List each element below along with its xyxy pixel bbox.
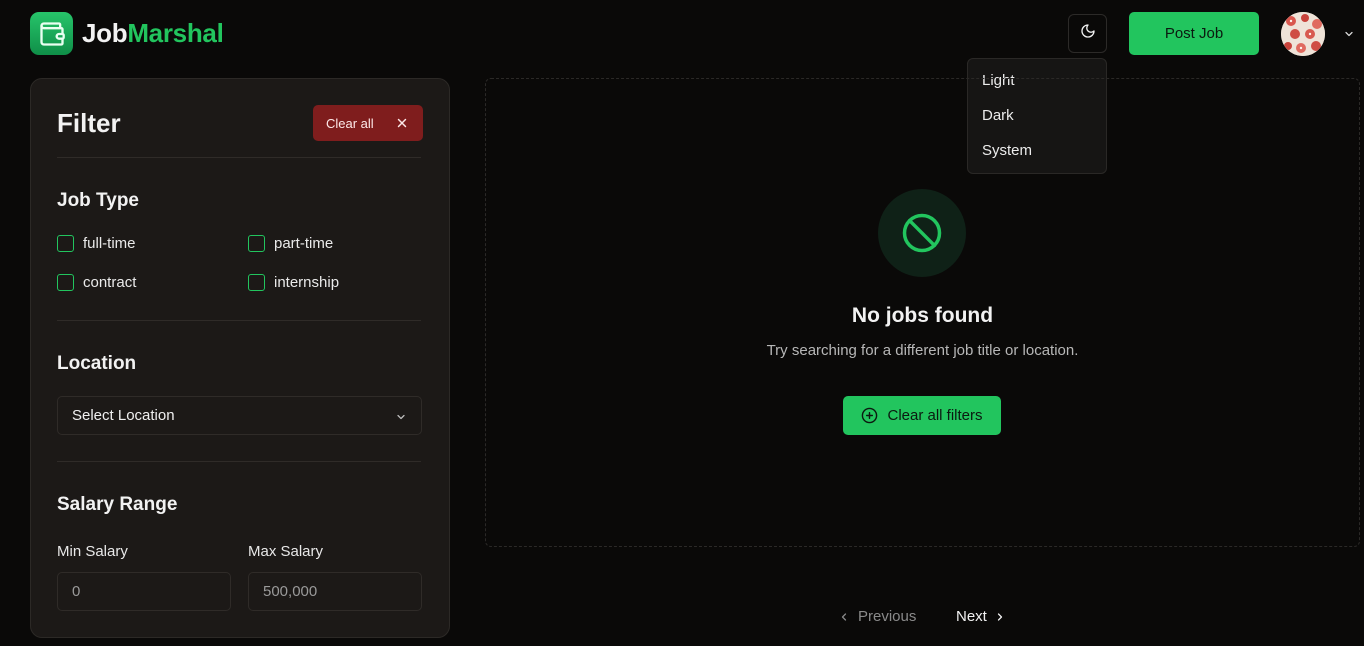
previous-page-button[interactable]: Previous (838, 608, 916, 625)
checkbox[interactable] (248, 274, 265, 291)
checkbox[interactable] (57, 274, 74, 291)
ban-icon (878, 189, 966, 277)
chevron-down-icon (395, 410, 407, 427)
logo-text: JobMarshal (82, 18, 224, 49)
checkbox[interactable] (248, 235, 265, 252)
job-type-option-internship[interactable]: internship (248, 274, 339, 291)
min-salary-input[interactable]: 0 (57, 572, 231, 611)
wallet-icon (30, 12, 73, 55)
job-type-label: full-time (83, 235, 136, 252)
chevron-right-icon (994, 611, 1006, 623)
location-title: Location (57, 353, 137, 374)
moon-icon (1080, 23, 1096, 44)
next-label: Next (956, 608, 987, 625)
max-salary-label: Max Salary (248, 543, 324, 560)
min-salary-label: Min Salary (57, 543, 128, 560)
logo[interactable]: JobMarshal (30, 12, 224, 55)
clear-all-label: Clear all (326, 115, 374, 131)
job-type-option-full-time[interactable]: full-time (57, 235, 136, 252)
chevron-down-icon[interactable] (1343, 27, 1355, 45)
divider (57, 320, 421, 321)
location-select[interactable]: Select Location (57, 396, 422, 435)
filter-title: Filter (57, 108, 121, 138)
salary-range-title: Salary Range (57, 494, 178, 515)
close-icon (395, 116, 409, 133)
theme-toggle-button[interactable] (1068, 14, 1107, 53)
avatar[interactable] (1281, 12, 1325, 56)
empty-state-subtitle: Try searching for a different job title … (766, 342, 1079, 359)
clear-all-filters-button[interactable]: Clear all filters (843, 396, 1001, 435)
empty-state-title: No jobs found (851, 304, 994, 327)
clear-all-button[interactable]: Clear all (313, 105, 423, 141)
next-page-button[interactable]: Next (956, 608, 1006, 625)
checkbox[interactable] (57, 235, 74, 252)
post-job-button[interactable]: Post Job (1129, 12, 1259, 55)
job-type-label: part-time (274, 235, 334, 252)
job-type-label: contract (83, 274, 137, 291)
filter-panel: Filter Clear all Job Type full-time part… (30, 78, 450, 638)
max-salary-input[interactable]: 500,000 (248, 572, 422, 611)
job-type-label: internship (274, 274, 340, 291)
plus-circle-icon (861, 407, 878, 424)
chevron-left-icon (838, 611, 850, 623)
previous-label: Previous (858, 608, 917, 625)
location-select-value: Select Location (72, 407, 175, 424)
job-type-option-part-time[interactable]: part-time (248, 235, 333, 252)
divider (57, 461, 421, 462)
logo-text-second: Marshal (127, 18, 224, 48)
job-type-title: Job Type (57, 190, 139, 211)
clear-all-filters-label: Clear all filters (887, 407, 983, 424)
logo-text-first: Job (82, 18, 128, 48)
job-type-option-contract[interactable]: contract (57, 274, 136, 291)
divider (57, 157, 421, 158)
